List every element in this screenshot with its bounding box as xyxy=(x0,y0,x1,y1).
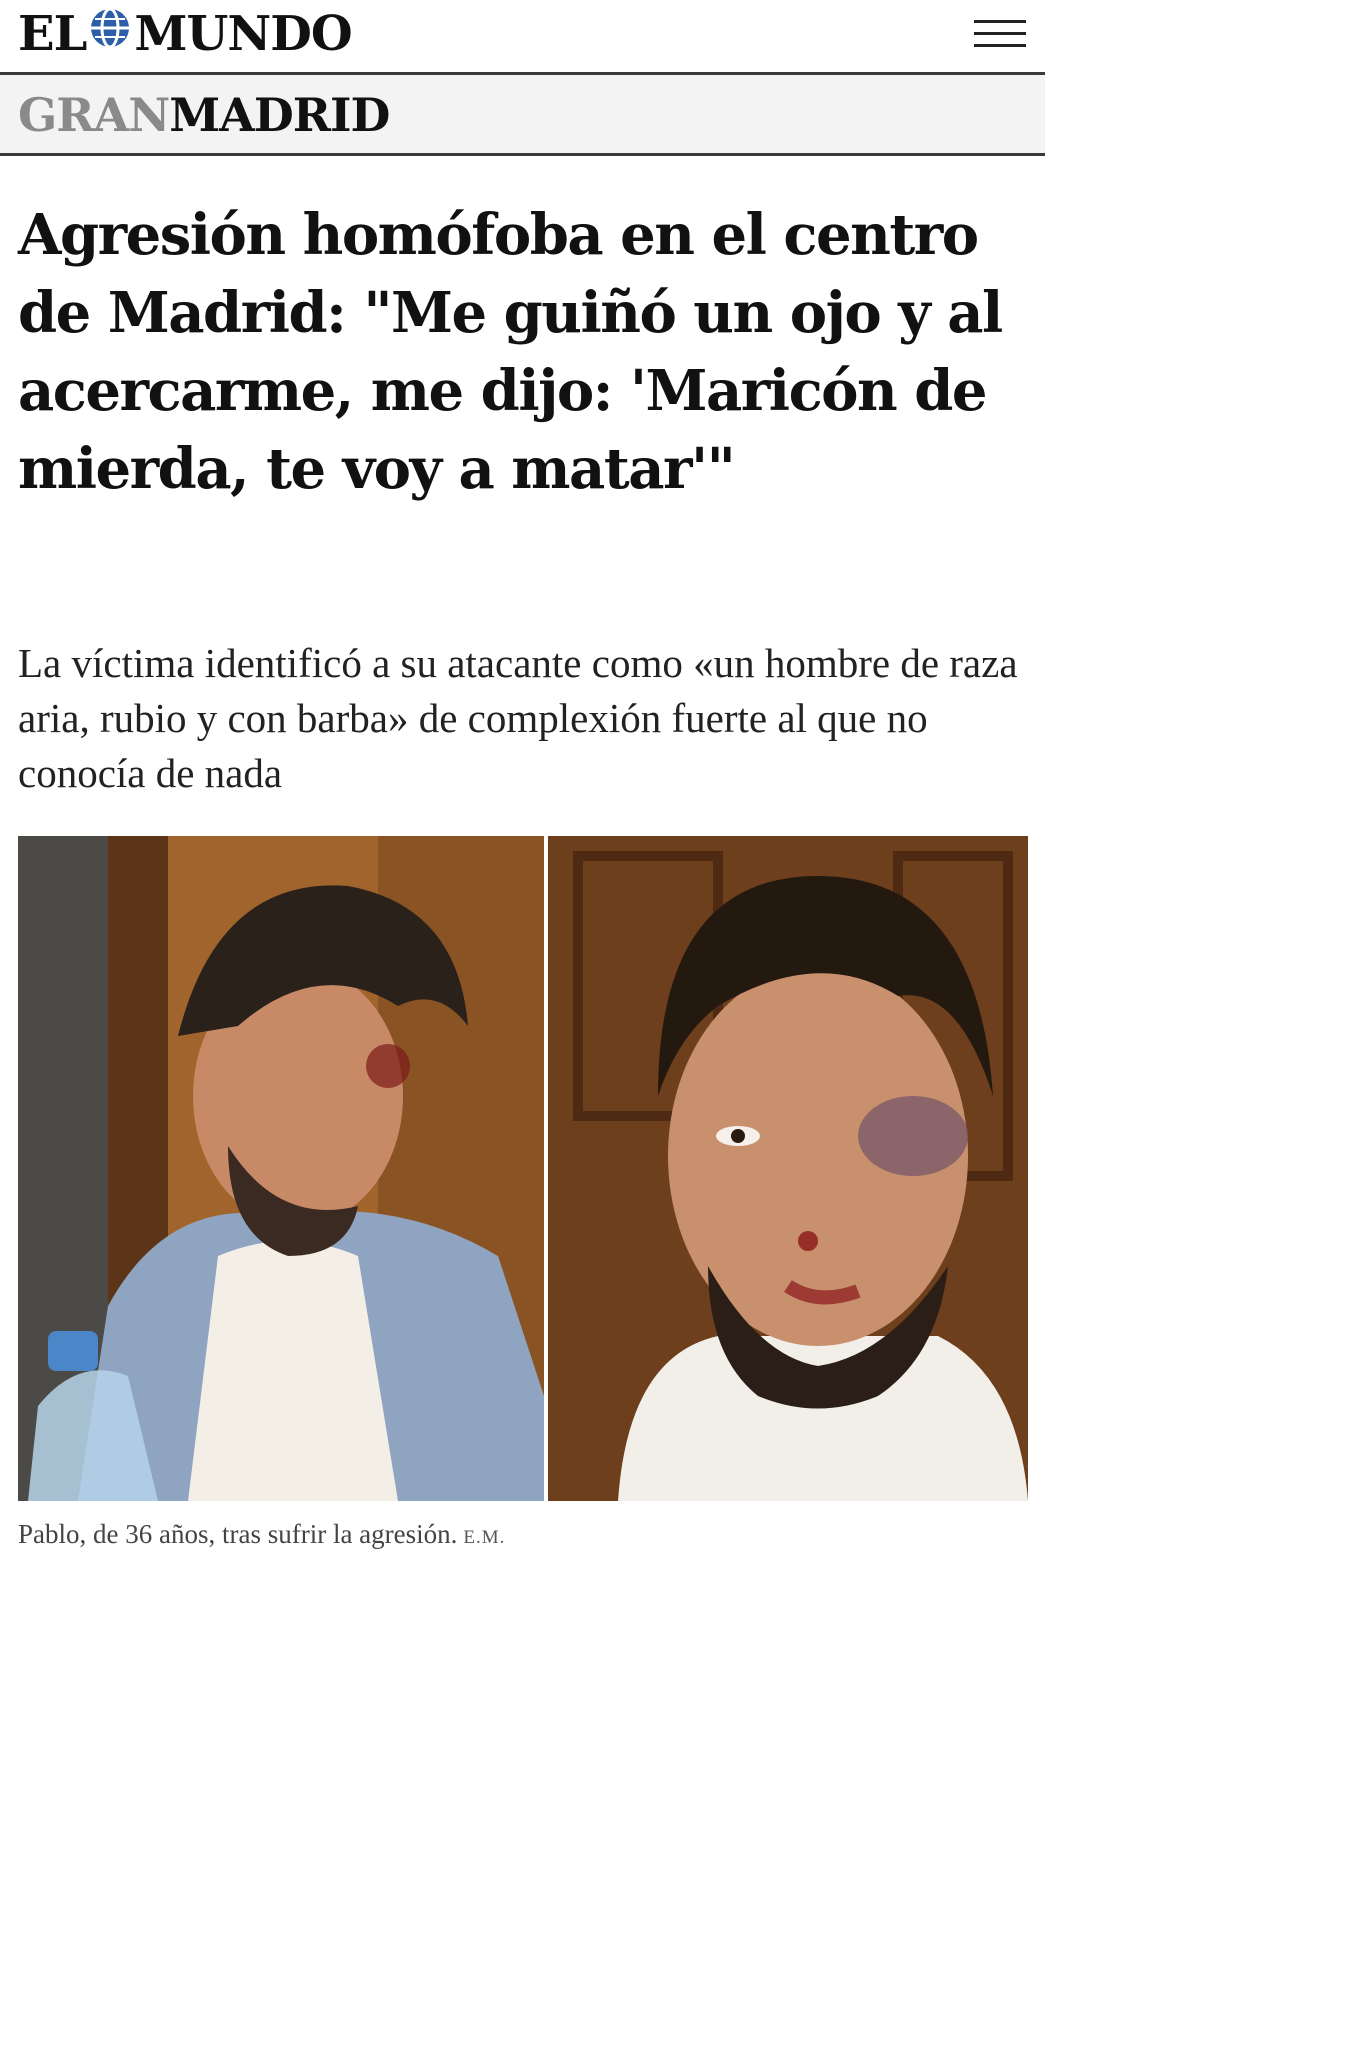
menu-bar xyxy=(974,44,1026,47)
el-mundo-logo[interactable]: EL MUNDO xyxy=(18,4,353,64)
site-header: EL MUNDO xyxy=(0,0,1045,75)
menu-bar xyxy=(974,20,1026,23)
article-photo xyxy=(18,836,1028,1501)
article-standfirst: La víctima identificó a su atacante como… xyxy=(18,640,1018,796)
photo-caption: Pablo, de 36 años, tras sufrir la agresi… xyxy=(18,1516,505,1556)
photo-credit: E.M. xyxy=(463,1527,506,1548)
section-title-gran: GRAN xyxy=(18,88,170,142)
hamburger-menu-icon[interactable] xyxy=(968,14,1030,54)
article-headline: Agresión homófoba en el centro de Madrid… xyxy=(18,202,1003,502)
globe-icon xyxy=(88,6,132,62)
section-bar: GRANMADRID xyxy=(0,75,1045,156)
logo-text-el: EL xyxy=(18,6,87,62)
caption-text: Pablo, de 36 años, tras sufrir la agresi… xyxy=(18,1519,458,1549)
menu-bar xyxy=(974,32,1026,35)
section-title-granmadrid[interactable]: GRANMADRID xyxy=(18,87,390,143)
section-title-madrid: MADRID xyxy=(169,88,390,142)
photo-illustration xyxy=(18,836,1028,1501)
logo-text-mundo: MUNDO xyxy=(134,6,352,62)
